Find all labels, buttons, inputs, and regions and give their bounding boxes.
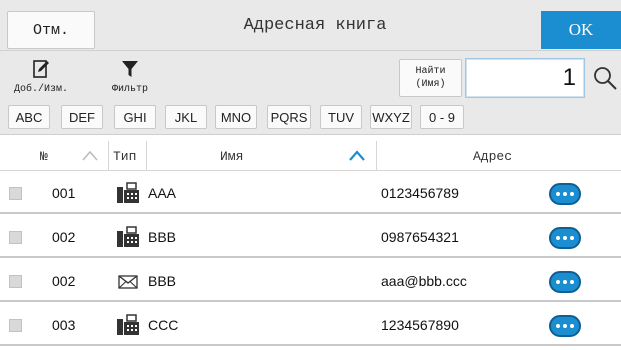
column-type-label: Тип [113, 148, 137, 164]
row-address: 0987654321 [381, 229, 459, 245]
table-header: № Тип Имя Адрес [0, 141, 621, 171]
column-number-label: № [40, 148, 48, 164]
ellipsis-icon [556, 192, 560, 196]
filter-icon [120, 58, 140, 80]
search-input[interactable]: 1 [465, 58, 585, 98]
letter-button-0-9[interactable]: 0 - 9 [420, 105, 464, 129]
table-row[interactable]: 002 BBB 0987654321 [0, 216, 621, 258]
row-address: 1234567890 [381, 317, 459, 333]
row-name: BBB [148, 273, 177, 289]
letter-button-pqrs[interactable]: PQRS [267, 105, 311, 129]
row-name: AAA [148, 185, 177, 201]
table-row[interactable]: 003 CCC 1234567890 [0, 304, 621, 346]
ellipsis-icon [556, 280, 560, 284]
column-address-label: Адрес [473, 148, 513, 164]
filter-button[interactable]: Фильтр [100, 58, 160, 95]
row-checkbox[interactable] [9, 187, 22, 200]
letter-button-wxyz[interactable]: WXYZ [370, 105, 412, 129]
find-by-name-button[interactable]: Найти (Имя) [399, 59, 462, 97]
column-header-number[interactable]: № [40, 141, 48, 171]
row-number: 002 [52, 273, 76, 289]
ellipsis-icon [556, 324, 560, 328]
add-edit-button[interactable]: Доб./Изм. [8, 58, 74, 95]
letter-button-ghi[interactable]: GHI [114, 105, 156, 129]
column-divider [108, 141, 109, 171]
fax-icon [117, 182, 139, 203]
cancel-button[interactable]: Отм. [7, 11, 95, 49]
title-bar: Отм. Адресная книга OK [0, 0, 621, 51]
row-number: 003 [52, 317, 76, 333]
letter-button-abc[interactable]: ABC [8, 105, 50, 129]
letter-button-jkl[interactable]: JKL [165, 105, 207, 129]
row-number: 002 [52, 229, 76, 245]
column-header-address: Адрес [473, 141, 512, 171]
letter-button-tuv[interactable]: TUV [320, 105, 362, 129]
ellipsis-icon [556, 236, 560, 240]
row-checkbox[interactable] [9, 319, 22, 332]
more-options-button[interactable] [549, 271, 581, 293]
row-address: 0123456789 [381, 185, 459, 201]
sort-ascending-icon-inactive[interactable] [82, 150, 98, 162]
fax-icon [117, 314, 139, 335]
ok-button[interactable]: OK [541, 11, 621, 49]
email-icon [118, 275, 138, 289]
row-number: 001 [52, 185, 76, 201]
letter-button-mno[interactable]: MNO [215, 105, 257, 129]
table-row[interactable]: 001 AAA 0123456789 [0, 172, 621, 214]
column-divider [376, 141, 377, 171]
column-name-label: Имя [220, 148, 244, 164]
sort-ascending-icon[interactable] [349, 150, 365, 162]
column-divider [146, 141, 147, 171]
row-checkbox[interactable] [9, 275, 22, 288]
more-options-button[interactable] [549, 227, 581, 249]
toolbar: Доб./Изм. Фильтр Найти (Имя) 1 ABC DEF G… [0, 51, 621, 135]
column-header-name[interactable]: Имя [220, 141, 243, 171]
table-row[interactable]: 002 BBB aaa@bbb.ccc [0, 260, 621, 302]
more-options-button[interactable] [549, 315, 581, 337]
row-name: BBB [148, 229, 177, 245]
row-checkbox[interactable] [9, 231, 22, 244]
row-name: CCC [148, 317, 179, 333]
column-header-type: Тип [113, 141, 136, 171]
row-address: aaa@bbb.ccc [381, 273, 467, 289]
search-icon[interactable] [592, 65, 618, 91]
add-edit-icon [31, 58, 51, 80]
find-sublabel: (Имя) [415, 79, 446, 90]
page-title: Адресная книга [243, 16, 387, 35]
filter-label: Фильтр [111, 84, 148, 95]
letter-button-def[interactable]: DEF [61, 105, 103, 129]
add-edit-label: Доб./Изм. [13, 84, 68, 95]
fax-icon [117, 226, 139, 247]
find-label: Найти [415, 66, 446, 77]
more-options-button[interactable] [549, 183, 581, 205]
